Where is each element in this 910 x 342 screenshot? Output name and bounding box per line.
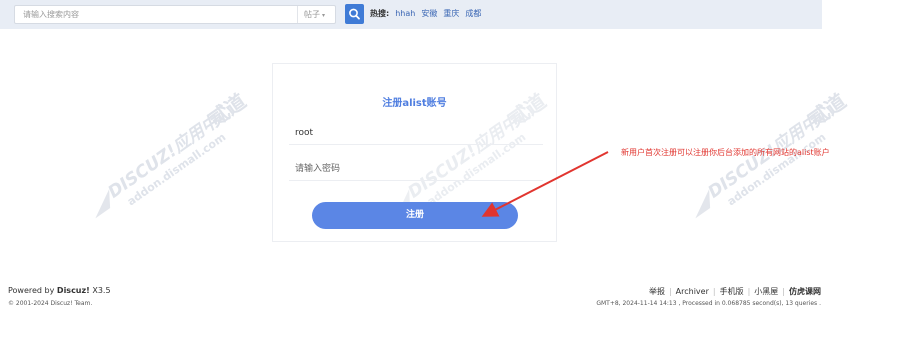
powered-version: X3.5 [89,286,111,295]
footer-powered: Powered by Discuz! X3.5 [8,286,111,295]
footer-link-report[interactable]: 举报 [649,287,665,296]
username-field[interactable]: root [289,121,543,145]
footer-link-blackroom[interactable]: 小黑屋 [754,287,778,296]
password-field[interactable]: 请输入密码 [289,157,543,181]
footer-separator: | [782,287,785,296]
register-button[interactable]: 注册 [312,202,518,229]
hot-search-link[interactable]: 重庆 [443,9,459,18]
register-title: 注册alist账号 [382,98,447,109]
search-type-label: 帖子 [304,10,320,19]
footer-links: 举报 | Archiver | 手机版 | 小黑屋 | 仿虎课网 [649,286,821,297]
search-icon [349,8,360,20]
powered-prefix: Powered by [8,286,57,295]
powered-brand-link[interactable]: Discuz! [57,286,90,295]
footer-stats: GMT+8, 2024-11-14 14:13 , Processed in 0… [596,300,821,307]
footer-link-site[interactable]: 仿虎课网 [789,287,821,296]
watermark-logo: DISCUZ!应用中心 addon.dismall.com 贰道 [95,89,250,219]
footer-separator: | [712,287,716,296]
hot-searches: 热搜: hhah 安徽 重庆 成都 [370,7,487,21]
search-type-dropdown[interactable]: 帖子 ▾ [297,6,337,23]
watermark-logo: DISCUZ!应用中心 addon.dismall.com 贰道 [695,89,850,219]
top-search-bar: 帖子▾ 热搜: hhah 安徽重庆成都 [0,0,822,29]
footer-link-archiver[interactable]: Archiver [676,287,709,296]
register-card: 注册alist账号 root 请输入密码 注册 [272,63,557,242]
hot-search-link[interactable]: 成都 [465,9,481,18]
annotation-text: 新用户首次注册可以注册你后台添加的所有网站的alist账户 [621,148,830,157]
hot-search-link[interactable]: hhah [395,9,415,18]
footer-separator: | [747,287,751,296]
search-button[interactable] [345,4,364,24]
hot-search-link[interactable]: 安徽 [421,9,437,18]
search-input[interactable] [15,6,295,23]
hot-search-label: 热搜: [370,9,390,18]
footer-link-mobile[interactable]: 手机版 [720,287,744,296]
footer-separator: | [668,287,672,296]
search-box: 帖子▾ [14,5,336,24]
caret-down-icon: ▾ [322,12,326,19]
footer-copyright: © 2001-2024 Discuz! Team. [8,300,93,307]
